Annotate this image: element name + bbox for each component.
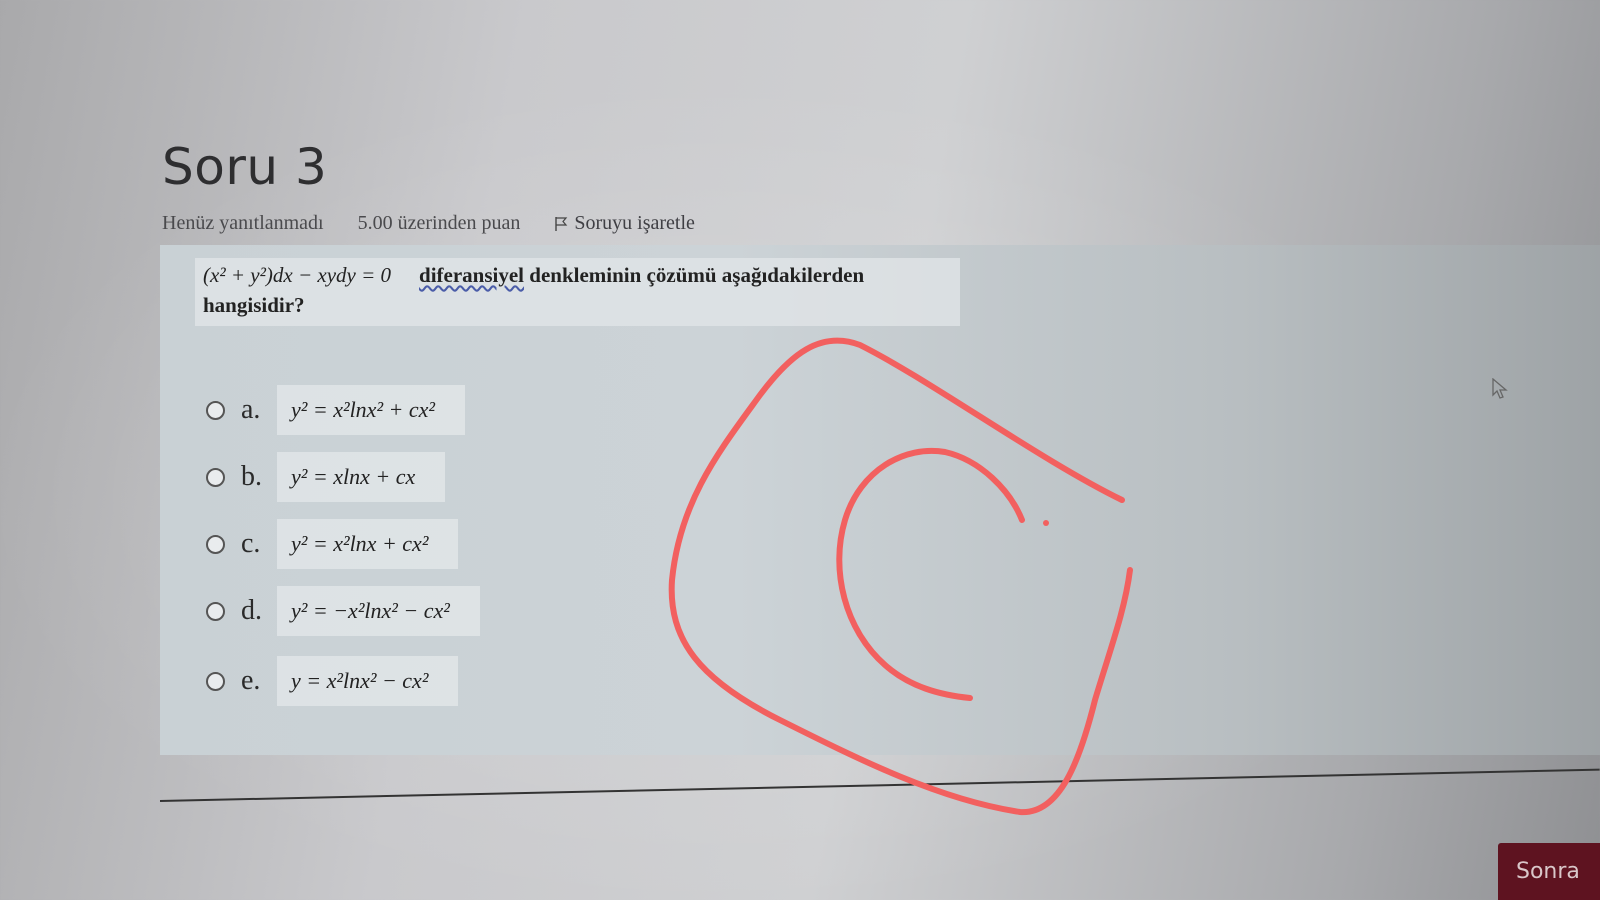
option-letter: d. — [241, 595, 262, 626]
flag-question-link[interactable]: Soruyu işaretle — [554, 212, 695, 235]
answer-option-e[interactable]: e. y = x²lnx² − cx² — [206, 656, 459, 706]
question-prompt-line2: hangisidir? — [203, 293, 305, 317]
option-letter: a. — [241, 394, 261, 425]
option-formula: y² = x²lnx² + cx² — [277, 385, 466, 435]
radio-button[interactable] — [206, 601, 225, 621]
question-prompt: denkleminin çözümü aşağıdakilerden — [529, 263, 865, 287]
answer-option-a[interactable]: a. y² = x²lnx² + cx² — [206, 385, 466, 435]
answer-option-b[interactable]: b. y² = xlnx + cx — [206, 452, 446, 502]
mouse-cursor-icon — [1492, 378, 1508, 399]
question-prompt-underlined: diferansiyel — [419, 263, 525, 287]
question-status: Henüz yanıtlanmadı — [162, 212, 324, 234]
question-info: Henüz yanıtlanmadı 5.00 üzerinden puan S… — [162, 212, 729, 235]
option-formula: y² = −x²lnx² − cx² — [277, 586, 480, 636]
radio-button[interactable] — [206, 671, 225, 691]
answer-option-c[interactable]: c. y² = x²lnx + cx² — [206, 519, 459, 569]
footer-divider — [159, 768, 1600, 802]
option-letter: b. — [241, 461, 262, 492]
option-formula: y² = x²lnx + cx² — [277, 519, 459, 569]
option-letter: c. — [241, 528, 261, 559]
question-title: Soru 3 — [162, 138, 328, 196]
option-formula: y² = xlnx + cx — [277, 452, 446, 502]
option-letter: e. — [241, 665, 261, 696]
radio-button[interactable] — [206, 467, 225, 487]
radio-button[interactable] — [206, 400, 225, 420]
flag-icon — [555, 216, 568, 231]
question-text: (x² + y²)dx − xydy = 0 diferansiyel denkl… — [195, 258, 960, 326]
radio-button[interactable] — [206, 534, 225, 554]
flag-question-label: Soruyu işaretle — [574, 212, 695, 234]
question-points: 5.00 üzerinden puan — [357, 212, 521, 234]
next-page-button[interactable]: Sonra — [1498, 843, 1600, 900]
answer-option-d[interactable]: d. y² = −x²lnx² − cx² — [206, 586, 480, 636]
option-formula: y = x²lnx² − cx² — [277, 656, 459, 706]
question-equation: (x² + y²)dx − xydy = 0 — [203, 263, 392, 287]
